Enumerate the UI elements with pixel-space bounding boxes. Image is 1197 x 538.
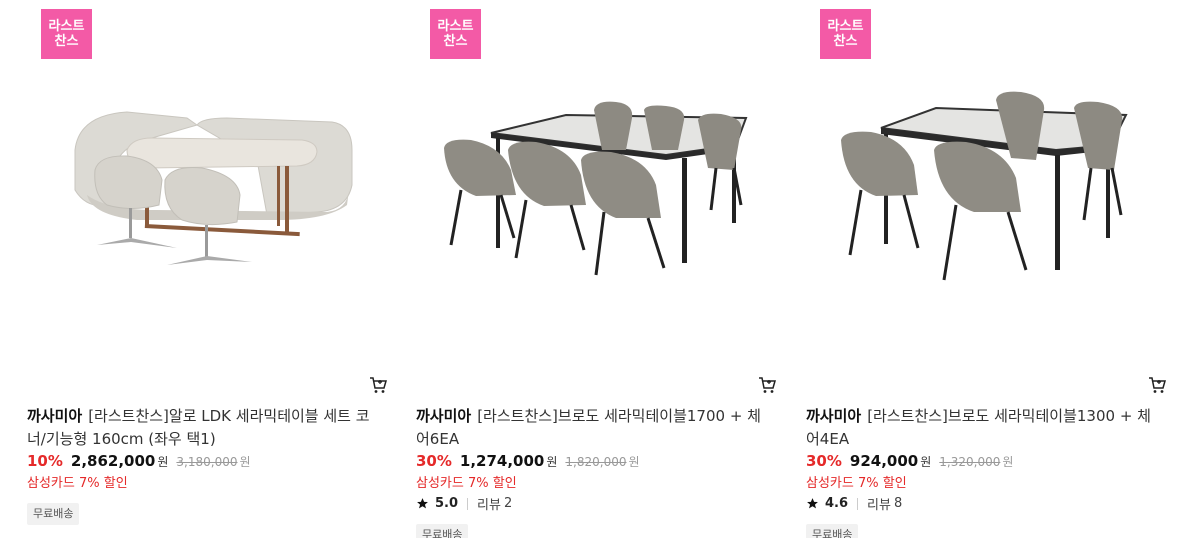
product-card[interactable]: 라스트 찬스 까사미아 [라스트찬스]알로 LDK 세라믹테이블 세트 코너/기능…: [27, 0, 389, 538]
discount-rate: 30%: [806, 452, 842, 470]
review-count: 2: [503, 496, 513, 511]
free-shipping-tag: 무료배송: [27, 503, 80, 525]
sale-price: 2,862,000: [70, 452, 156, 470]
brand-name: 까사미아: [806, 407, 862, 425]
price-row: 30% 924,000 원 1,320,000 원: [806, 452, 1013, 472]
cart-icon[interactable]: [1148, 376, 1166, 394]
last-chance-badge: 라스트 찬스: [430, 9, 481, 59]
original-price: 1,820,000: [565, 455, 627, 469]
currency-label: 원: [920, 455, 932, 469]
review-label: 리뷰: [867, 498, 891, 513]
card-promo: 삼성카드 7% 할인: [416, 476, 517, 491]
original-currency-label: 원: [239, 455, 251, 469]
rating-row[interactable]: 4.6 리뷰 8: [806, 494, 902, 513]
badge-line1: 라스트: [48, 19, 85, 34]
badge-line1: 라스트: [827, 19, 864, 34]
price-row: 10% 2,862,000 원 3,180,000 원: [27, 452, 251, 472]
product-image[interactable]: 라스트 찬스: [416, 0, 778, 362]
original-currency-label: 원: [628, 455, 640, 469]
discount-rate: 30%: [416, 452, 452, 470]
brand-name: 까사미아: [416, 407, 472, 425]
star-icon: [807, 498, 818, 509]
cart-icon[interactable]: [758, 376, 776, 394]
product-title[interactable]: 까사미아 [라스트찬스]브로도 세라믹테이블1300 + 체어4EA: [806, 405, 1162, 451]
original-price: 3,180,000: [176, 455, 238, 469]
divider: [467, 497, 469, 510]
sale-price: 924,000: [849, 452, 919, 470]
original-currency-label: 원: [1002, 455, 1014, 469]
original-price: 1,320,000: [939, 455, 1001, 469]
rating-score: 5.0: [435, 496, 459, 511]
divider: [857, 497, 859, 510]
star-icon: [417, 498, 428, 509]
cart-icon[interactable]: [369, 376, 387, 394]
currency-label: 원: [157, 455, 169, 469]
badge-line2: 찬스: [443, 34, 468, 49]
product-image[interactable]: 라스트 찬스: [27, 0, 389, 362]
badge-line2: 찬스: [54, 34, 79, 49]
discount-rate: 10%: [27, 452, 63, 470]
review-label: 리뷰: [477, 498, 501, 513]
currency-label: 원: [546, 455, 558, 469]
last-chance-badge: 라스트 찬스: [820, 9, 871, 59]
rating-score: 4.6: [825, 496, 849, 511]
free-shipping-tag: 무료배송: [806, 524, 859, 538]
badge-line2: 찬스: [833, 34, 858, 49]
product-card[interactable]: 라스트 찬스 까사미아 [라스트찬스]브로도 세라믹테이블1300 + 체어4EA…: [806, 0, 1168, 538]
card-promo: 삼성카드 7% 할인: [806, 476, 907, 491]
last-chance-badge: 라스트 찬스: [41, 9, 92, 59]
badge-line1: 라스트: [437, 19, 474, 34]
product-title[interactable]: 까사미아 [라스트찬스]알로 LDK 세라믹테이블 세트 코너/기능형 160cm…: [27, 405, 383, 451]
free-shipping-tag: 무료배송: [416, 524, 469, 538]
card-promo: 삼성카드 7% 할인: [27, 476, 128, 491]
rating-row[interactable]: 5.0 리뷰 2: [416, 494, 512, 513]
product-title[interactable]: 까사미아 [라스트찬스]브로도 세라믹테이블1700 + 체어6EA: [416, 405, 772, 451]
brand-name: 까사미아: [27, 407, 83, 425]
sale-price: 1,274,000: [459, 452, 545, 470]
price-row: 30% 1,274,000 원 1,820,000 원: [416, 452, 640, 472]
product-image[interactable]: 라스트 찬스: [806, 0, 1168, 362]
review-count: 8: [893, 496, 903, 511]
product-card[interactable]: 라스트 찬스 까사미아 [라스트찬스]브로도 세라믹테이블1700 + 체어6EA…: [416, 0, 778, 538]
